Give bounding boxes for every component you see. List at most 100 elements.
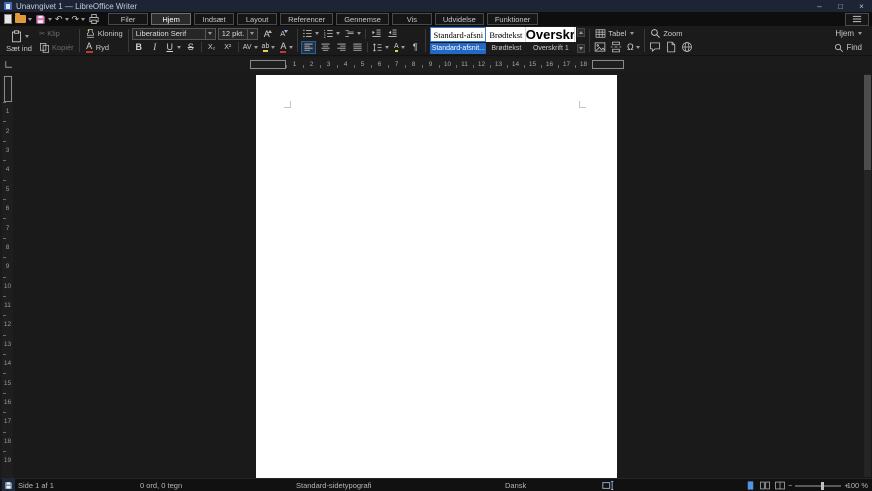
- increase-indent-icon: [371, 28, 382, 39]
- title-bar: Unavngivet 1 — LibreOffice Writer – □ ×: [0, 0, 872, 12]
- insert-hyperlink-button[interactable]: [680, 41, 694, 54]
- italic-button[interactable]: I: [148, 41, 162, 54]
- clear-formatting-button[interactable]: ARyd: [83, 41, 111, 54]
- multi-page-view-icon[interactable]: [759, 480, 771, 491]
- align-justify-button[interactable]: [350, 41, 364, 54]
- context-menu-button[interactable]: Hjem: [833, 27, 864, 40]
- book-view-icon[interactable]: [774, 480, 786, 491]
- bullet-list-button[interactable]: [301, 27, 320, 40]
- decrease-indent-button[interactable]: [385, 27, 399, 40]
- subscript-button[interactable]: X₂: [205, 41, 219, 54]
- insert-image-button[interactable]: [593, 41, 607, 54]
- copy-button[interactable]: Kopiér: [37, 41, 76, 54]
- cut-button[interactable]: ✂Klip: [37, 27, 62, 40]
- insert-footnote-button[interactable]: [664, 41, 678, 54]
- tab-vis[interactable]: Vis: [392, 13, 432, 25]
- style-preview-3[interactable]: Overskr: [526, 27, 575, 42]
- find-label: Find: [846, 43, 862, 52]
- style-label-1[interactable]: Standard-afsnit...: [430, 43, 486, 54]
- zoom-group: Zoom: [648, 27, 694, 54]
- save-button[interactable]: [34, 13, 53, 25]
- h-ruler-ticks: 123456789101112131415161718: [286, 61, 592, 68]
- h-ruler-tick: 7: [388, 61, 405, 68]
- redo-button[interactable]: ↷: [71, 13, 87, 25]
- zoom-slider-thumb[interactable]: [821, 482, 824, 490]
- outline-list-button[interactable]: [343, 27, 362, 40]
- style-preview-1[interactable]: Standard-afsni: [430, 27, 486, 42]
- tab-filer[interactable]: Filer: [108, 13, 148, 25]
- page-style-status[interactable]: Standard-sidetypografi: [296, 479, 371, 491]
- formatting-marks-button[interactable]: ¶: [408, 41, 422, 54]
- numbered-list-button[interactable]: [322, 27, 341, 40]
- tab-gennemse[interactable]: Gennemse: [336, 13, 389, 25]
- style-preview-2[interactable]: Brødtekst: [486, 27, 526, 42]
- insert-comment-button[interactable]: [648, 41, 662, 54]
- align-center-button[interactable]: [318, 41, 332, 54]
- scrollbar-thumb[interactable]: [864, 75, 871, 170]
- align-right-button[interactable]: [334, 41, 348, 54]
- styles-scroll-down-button[interactable]: [577, 44, 585, 53]
- tab-udvidelse[interactable]: Udvidelse: [435, 13, 484, 25]
- font-name-dropdown[interactable]: [205, 29, 215, 39]
- paragraph-background-button[interactable]: A: [392, 41, 406, 54]
- style-label-2[interactable]: Brødtekst: [486, 43, 526, 54]
- language-status[interactable]: Dansk: [505, 479, 526, 491]
- increase-indent-button[interactable]: [369, 27, 383, 40]
- undo-button[interactable]: ↶: [54, 13, 70, 25]
- save-status-button[interactable]: [2, 479, 15, 491]
- menubar-toggle-button[interactable]: [845, 13, 869, 26]
- v-ruler-tick: 8: [2, 238, 13, 257]
- line-spacing-button[interactable]: [371, 41, 390, 54]
- highlight-color-button[interactable]: ab: [261, 41, 277, 54]
- maximize-button[interactable]: □: [830, 0, 851, 12]
- vertical-scrollbar[interactable]: [864, 74, 871, 477]
- zoom-button[interactable]: Zoom: [648, 27, 684, 40]
- character-spacing-button[interactable]: AV: [242, 41, 259, 54]
- tab-stop-selector-icon[interactable]: [3, 59, 14, 70]
- grow-font-button[interactable]: A: [260, 27, 274, 40]
- h-ruler-tick: 11: [456, 61, 473, 68]
- zoom-out-button[interactable]: −: [788, 479, 792, 491]
- superscript-button[interactable]: X²: [221, 41, 235, 54]
- zoom-level-status[interactable]: 100 %: [847, 479, 868, 491]
- font-size-dropdown[interactable]: [247, 29, 257, 39]
- font-name-combobox[interactable]: Liberation Serif: [132, 28, 216, 40]
- align-left-button[interactable]: [301, 41, 316, 54]
- document-page[interactable]: [256, 75, 617, 478]
- tab-row: ↶ ↷ FilerHjemIndsætLayoutReferencerGenne…: [0, 12, 872, 26]
- bold-button[interactable]: B: [132, 41, 146, 54]
- font-color-button[interactable]: A: [278, 41, 294, 54]
- paste-button[interactable]: Sæt ind: [3, 27, 35, 55]
- find-button[interactable]: Find: [832, 41, 864, 54]
- zoom-slider-track[interactable]: [795, 485, 841, 487]
- strikethrough-button[interactable]: S: [184, 41, 198, 54]
- close-button[interactable]: ×: [851, 0, 872, 12]
- styles-scroll-up-button[interactable]: [577, 28, 585, 37]
- insert-mode-status[interactable]: [602, 479, 615, 491]
- tab-hjem[interactable]: Hjem: [151, 13, 191, 25]
- single-page-view-icon[interactable]: [745, 480, 756, 491]
- minimize-button[interactable]: –: [809, 0, 830, 12]
- clone-formatting-button[interactable]: Kloning: [83, 27, 125, 40]
- text-boundary-corner-icon: [284, 101, 291, 108]
- tab-layout[interactable]: Layout: [237, 13, 277, 25]
- paragraph-group: A ¶: [301, 27, 422, 54]
- insert-special-character-button[interactable]: Ω: [625, 41, 641, 54]
- tab-indsæt[interactable]: Indsæt: [194, 13, 234, 25]
- word-count-status[interactable]: 0 ord, 0 tegn: [140, 479, 182, 491]
- tab-referencer[interactable]: Referencer: [280, 13, 333, 25]
- shrink-font-button[interactable]: A: [276, 27, 290, 40]
- underline-button[interactable]: U: [164, 41, 182, 54]
- print-button[interactable]: [87, 13, 101, 25]
- page-count-status[interactable]: Side 1 af 1: [18, 479, 54, 491]
- new-document-button[interactable]: [3, 13, 13, 25]
- line-spacing-icon: [372, 42, 383, 53]
- open-button[interactable]: [14, 13, 33, 25]
- zoom-slider[interactable]: − +: [788, 479, 849, 491]
- font-size-combobox[interactable]: 12 pkt.: [218, 28, 258, 40]
- left-margin-box: [250, 60, 286, 69]
- insert-page-break-button[interactable]: [609, 41, 623, 54]
- insert-table-button[interactable]: Tabel: [593, 27, 636, 40]
- style-label-3[interactable]: Overskrift 1: [526, 43, 575, 54]
- tab-funktioner[interactable]: Funktioner: [487, 13, 538, 25]
